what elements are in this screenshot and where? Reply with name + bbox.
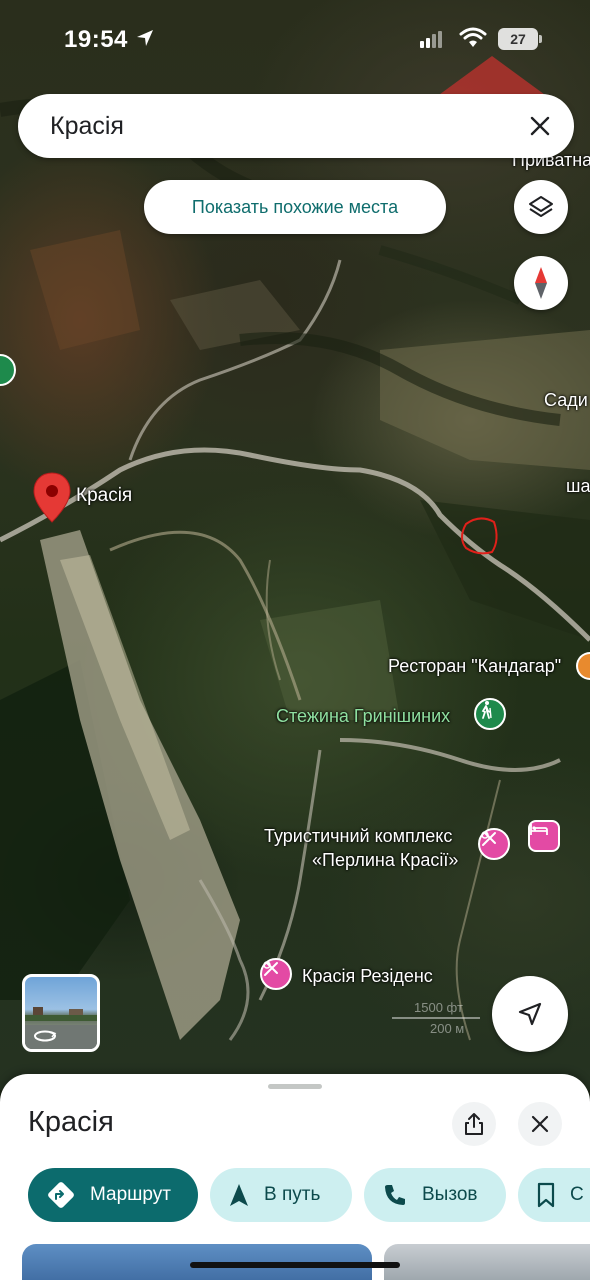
start-navigation-button[interactable]: В путь — [210, 1168, 352, 1222]
search-bar[interactable]: Красія — [18, 94, 574, 158]
map-label-edge-sha: ша — [566, 476, 590, 496]
call-label: Вызов — [422, 1184, 478, 1205]
trail-pin[interactable] — [474, 698, 506, 730]
satellite-map[interactable]: Приватна Сади ша Красія Ресторан "Кандаг… — [0, 0, 590, 1090]
resort-icon — [263, 961, 278, 976]
place-title: Красія — [28, 1106, 114, 1138]
clear-search-button[interactable] — [520, 106, 560, 146]
complex-pin[interactable] — [478, 828, 510, 860]
scale-meters: 200 м — [430, 1021, 465, 1036]
compass-button[interactable] — [514, 256, 568, 310]
bed-icon — [530, 824, 548, 835]
battery-indicator: 27 — [498, 28, 542, 50]
share-button[interactable] — [452, 1102, 496, 1146]
bookmark-icon — [537, 1182, 555, 1208]
place-photo[interactable] — [384, 1244, 590, 1280]
go-label: В путь — [264, 1184, 321, 1205]
navigation-icon — [230, 1184, 248, 1206]
call-button[interactable]: Вызов — [364, 1168, 506, 1222]
navigation-arrow-icon — [518, 1002, 542, 1026]
map-label-edge-sady: Сади — [544, 390, 588, 410]
sheet-drag-handle[interactable] — [268, 1084, 322, 1089]
route-button[interactable]: Маршрут — [28, 1168, 198, 1222]
route-label: Маршрут — [90, 1184, 171, 1205]
residence-pin[interactable] — [260, 958, 292, 990]
home-indicator[interactable] — [190, 1262, 400, 1268]
scale-bar — [392, 1017, 480, 1019]
close-icon — [531, 1115, 549, 1133]
layers-icon — [529, 196, 553, 217]
cellular-signal-icon — [420, 31, 442, 48]
scale-feet: 1500 фт — [414, 1000, 463, 1015]
status-time: 19:54 — [64, 26, 128, 53]
place-bottom-sheet[interactable]: Красія Маршрут В путь Вызов С — [0, 1074, 590, 1280]
map-scale: 1500 фт 200 м — [392, 1000, 480, 1036]
hiking-icon — [481, 701, 492, 719]
phone-icon — [385, 1185, 405, 1205]
action-chips: Маршрут В путь Вызов С — [28, 1168, 590, 1222]
location-arrow-icon — [137, 30, 153, 46]
map-pin-icon — [33, 472, 71, 523]
share-icon — [465, 1113, 483, 1135]
map-label-restaurant[interactable]: Ресторан "Кандагар" — [388, 656, 561, 677]
wifi-icon — [459, 27, 487, 47]
save-button[interactable]: С — [518, 1168, 590, 1222]
compass-icon — [535, 267, 547, 299]
directions-icon — [48, 1182, 74, 1208]
layers-button[interactable] — [514, 180, 568, 234]
close-icon — [530, 116, 550, 136]
selected-place-pin[interactable] — [32, 472, 72, 524]
resort-icon — [481, 831, 496, 846]
map-label-complex-line2[interactable]: «Перлина Красії» — [312, 850, 458, 871]
show-similar-places-button[interactable]: Показать похожие места — [144, 180, 446, 234]
hotel-pin[interactable] — [528, 820, 560, 852]
my-location-button[interactable] — [492, 976, 568, 1052]
map-label-trail[interactable]: Стежина Гринішиних — [276, 706, 450, 727]
save-label: С — [570, 1184, 584, 1205]
street-view-thumbnail[interactable] — [22, 974, 100, 1052]
search-input[interactable]: Красія — [50, 112, 124, 141]
rotate-360-icon — [34, 1030, 57, 1042]
map-label-complex-line1[interactable]: Туристичний комплекс — [264, 826, 452, 847]
map-label-residence[interactable]: Красія Резіденс — [302, 966, 433, 987]
close-sheet-button[interactable] — [518, 1102, 562, 1146]
map-label-main-place[interactable]: Красія — [76, 485, 132, 507]
map-terrain — [0, 97, 590, 1041]
